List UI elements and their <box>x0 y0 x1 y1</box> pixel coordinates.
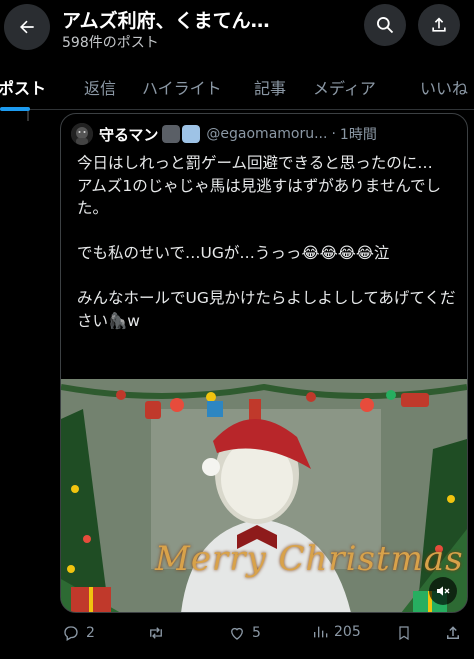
tab-articles[interactable]: 記事 <box>254 75 286 99</box>
bookmark-button[interactable] <box>396 624 418 642</box>
repost-icon <box>150 627 162 639</box>
quoted-post[interactable]: 守るマン @egaomamoru... · 1時間 今日はしれっと罰ゲーム回避で… <box>60 113 468 613</box>
quoted-post-text: 今日はしれっと罰ゲーム回避できると思ったのに… アムズ1のじゃじゃ馬は見逃すはず… <box>77 154 456 330</box>
post-time[interactable]: 1時間 <box>340 124 377 144</box>
avatar[interactable] <box>71 123 93 145</box>
gorilla-avatar-icon <box>71 123 93 145</box>
share-icon <box>432 17 446 32</box>
profile-tabs: ポスト 返信 ハイライト 記事 メディア いいね <box>0 62 474 110</box>
post-actions: 2 5 205 <box>0 620 474 648</box>
christmas-video[interactable]: Merry Christmas <box>61 379 467 612</box>
quoted-post-header: 守るマン @egaomamoru... · 1時間 <box>71 122 377 146</box>
search-icon <box>377 17 394 34</box>
merry-christmas-caption: Merry Christmas <box>155 539 464 579</box>
page-title: アムズ利府、くまてん… <box>62 10 270 32</box>
back-button[interactable] <box>4 4 50 50</box>
share-button[interactable] <box>418 4 460 46</box>
share-post-button[interactable] <box>444 624 468 642</box>
bookmark-icon <box>399 626 409 641</box>
volume-muted-icon <box>437 586 450 596</box>
heart-icon <box>231 627 243 640</box>
tab-highlights[interactable]: ハイライト <box>142 75 222 99</box>
active-tab-indicator <box>0 107 30 111</box>
share-icon <box>447 626 459 639</box>
profile-header: アムズ利府、くまてん… 598件のポスト <box>0 0 474 62</box>
tab-media[interactable]: メディア <box>313 75 376 99</box>
tab-likes[interactable]: いいね <box>420 75 468 99</box>
arrow-left-icon <box>20 20 34 34</box>
like-count: 5 <box>252 625 261 641</box>
views-icon <box>314 626 328 638</box>
view-count: 205 <box>334 624 361 640</box>
office-worker-emoji-icon <box>182 125 201 143</box>
reply-button[interactable]: 2 <box>62 624 95 642</box>
author-handle[interactable]: @egaomamoru... <box>206 126 327 142</box>
like-button[interactable]: 5 <box>228 624 261 642</box>
mute-button[interactable] <box>429 577 457 605</box>
tab-replies[interactable]: 返信 <box>84 75 116 99</box>
search-button[interactable] <box>364 4 406 46</box>
author-name[interactable]: 守るマン <box>99 124 158 145</box>
tab-posts[interactable]: ポスト <box>0 75 46 99</box>
gorilla-emoji-icon <box>162 125 181 143</box>
separator-dot: · <box>331 126 336 142</box>
reply-count: 2 <box>86 625 95 641</box>
post-count: 598件のポスト <box>62 35 159 51</box>
views-button[interactable]: 205 <box>312 624 361 640</box>
thread-line <box>27 111 29 121</box>
repost-button[interactable] <box>146 624 172 642</box>
reply-icon <box>64 626 78 641</box>
